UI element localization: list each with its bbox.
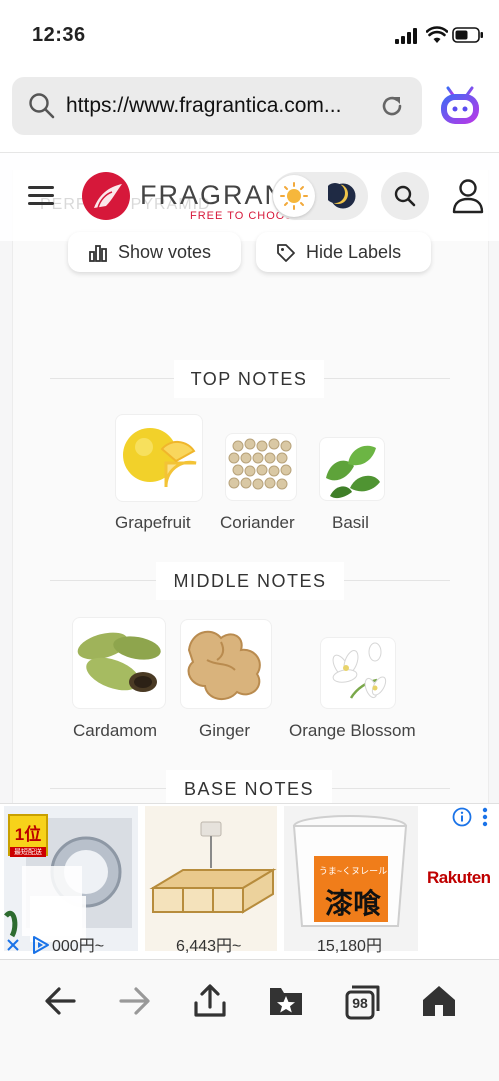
show-votes-button[interactable]: Show votes: [68, 232, 241, 272]
basil-image: [319, 437, 385, 501]
note-name: Basil: [332, 513, 369, 532]
address-bar[interactable]: https://www.fragrantica.com...: [12, 77, 422, 135]
home-icon[interactable]: [421, 983, 457, 1019]
user-icon[interactable]: [451, 178, 485, 214]
hide-labels-button[interactable]: Hide Labels: [256, 232, 431, 272]
back-icon[interactable]: [42, 983, 78, 1019]
forward-icon[interactable]: [117, 983, 153, 1019]
ad-price: 6,443円~: [176, 938, 242, 955]
url-text[interactable]: https://www.fragrantica.com...: [66, 94, 341, 118]
battery-icon: [452, 27, 483, 43]
badge-text: 1位: [14, 825, 42, 844]
hide-labels-label: Hide Labels: [306, 242, 402, 262]
logo-mark[interactable]: [82, 172, 130, 220]
top-notes-title: TOP NOTES: [174, 360, 324, 398]
status-bar: 12:36: [0, 0, 499, 72]
ad-close-icon[interactable]: [5, 937, 21, 953]
bar-chart-icon: [89, 245, 107, 262]
flower-logo-icon: [94, 184, 122, 209]
coriander-image: [225, 433, 297, 501]
note-name: Ginger: [199, 721, 251, 740]
ad-choices-icon[interactable]: [30, 935, 52, 955]
cardamom-image: [72, 617, 166, 709]
ad-brand-logo[interactable]: Rakuten: [427, 868, 491, 888]
product-name: 漆喰: [324, 888, 381, 919]
ranking-badge: 1位 最短配送: [8, 814, 48, 857]
ad-more-icon[interactable]: [481, 806, 489, 828]
tabs-button[interactable]: 98: [345, 984, 381, 1020]
middle-notes-title: MIDDLE NOTES: [156, 562, 344, 600]
ad-tile-laundry[interactable]: 1位 最短配送: [4, 806, 138, 951]
cellular-signal-icon: [395, 28, 417, 44]
ginger-image: [180, 619, 272, 709]
search-icon: [29, 93, 55, 119]
status-time: 12:36: [32, 24, 86, 46]
badge-subtext: 最短配送: [10, 847, 46, 857]
ad-price: 000円~: [52, 938, 105, 955]
sun-icon[interactable]: [273, 175, 315, 217]
ad-tile-lamp[interactable]: [145, 806, 277, 951]
note-name: Grapefruit: [115, 513, 191, 532]
reload-icon[interactable]: [378, 92, 406, 120]
search-icon: [394, 185, 416, 207]
grapefruit-image: [115, 414, 203, 502]
note-name: Cardamom: [73, 721, 158, 740]
tabs-count: 98: [352, 995, 368, 1011]
moon-icon[interactable]: [328, 181, 358, 211]
product-label: うま~くヌレール: [318, 866, 388, 876]
site-search-button[interactable]: [381, 172, 429, 220]
ai-assistant-icon[interactable]: [438, 84, 482, 128]
orange-blossom-image: [320, 637, 396, 709]
note-name: Coriander: [220, 513, 295, 532]
show-votes-label: Show votes: [118, 242, 212, 262]
ad-tile-plaster[interactable]: うま~くヌレール 漆喰: [284, 806, 418, 951]
share-icon[interactable]: [192, 983, 228, 1019]
ad-price: 15,180円: [317, 938, 382, 955]
tag-icon: [277, 244, 295, 262]
bookmarks-icon[interactable]: [268, 983, 304, 1019]
browser-toolbar: [0, 959, 499, 1081]
ceiling-lamp-image: [149, 821, 277, 914]
wifi-icon: [426, 26, 448, 43]
note-name: Orange Blossom: [289, 721, 416, 740]
menu-icon[interactable]: [28, 186, 54, 206]
ad-info-icon[interactable]: [452, 807, 472, 827]
